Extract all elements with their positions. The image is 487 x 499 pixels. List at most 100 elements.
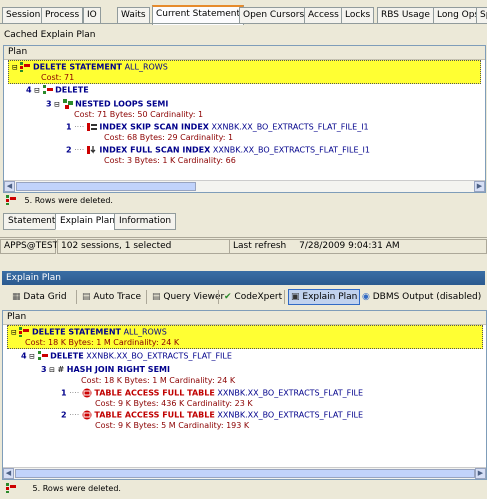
scrollbar-thumb[interactable] xyxy=(16,182,196,191)
delete-icon xyxy=(42,85,53,94)
auto-trace-button[interactable]: ▤ Auto Trace xyxy=(82,290,141,304)
codexpert-button[interactable]: ✔ CodeXpert xyxy=(224,290,282,304)
collapse-toggle-icon[interactable]: ⊟ xyxy=(34,87,40,95)
operation-label: NESTED LOOPS SEMI xyxy=(75,99,169,109)
step-number: 3 xyxy=(46,99,52,109)
operation-label: TABLE ACCESS FULL TABLE xyxy=(94,410,215,420)
tree-row-delete-statement[interactable]: ⊟ DELETE STATEMENT ALL_ROWS xyxy=(11,327,167,337)
object-label: ALL_ROWS xyxy=(123,327,167,337)
step-number: 4 xyxy=(26,85,32,95)
row-cost: Cost: 9 K Bytes: 5 M Cardinality: 193 K xyxy=(95,421,250,430)
tree-row-table-access-2[interactable]: 2 ···· TABLE ACCESS FULL TABLE XXNBK.XX_… xyxy=(61,410,363,420)
tree-row-index-full-scan[interactable]: 2 ···· INDEX FULL SCAN INDEX XXNBK.XX_BO… xyxy=(66,145,370,155)
top-plan-tree[interactable]: Plan ⊟ DELETE STATEMENT ALL_ROWS Cost: 7… xyxy=(3,45,486,193)
scrollbar-thumb[interactable] xyxy=(15,469,475,478)
explain-plan-button[interactable]: ▣ Explain Plan xyxy=(288,289,361,305)
object-label: XXNBK.XX_BO_EXTRACTS_FLAT_FILE xyxy=(217,388,364,398)
session-tab-bar: Session Process IO Waits Current Stateme… xyxy=(0,0,487,25)
object-label: XXNBK.XX_BO_EXTRACTS_FLAT_FILE_I1 xyxy=(211,122,369,132)
operation-label: DELETE xyxy=(55,85,89,95)
operation-label: TABLE ACCESS FULL TABLE xyxy=(94,388,215,398)
collapse-toggle-icon[interactable]: ⊟ xyxy=(49,366,55,374)
operation-label: INDEX FULL SCAN INDEX xyxy=(99,145,211,155)
refresh-label: Last refresh xyxy=(233,241,287,251)
step-number: 1 xyxy=(61,388,67,398)
subtab-explain-plan[interactable]: Explain Plan xyxy=(55,213,120,230)
index-full-scan-icon xyxy=(86,146,96,154)
tab-current-statement[interactable]: Current Statement xyxy=(152,5,245,25)
plan-column-header: Plan xyxy=(3,311,486,325)
scroll-right-icon[interactable]: ▶ xyxy=(475,468,486,479)
horizontal-scrollbar[interactable]: ◀ ▶ xyxy=(4,180,485,192)
tab-sp-truncated[interactable]: Sp xyxy=(476,7,487,23)
status-refresh: Last refresh 7/28/2009 9:04:31 AM xyxy=(229,239,487,254)
row-cost: Cost: 71 xyxy=(41,73,75,82)
operation-label: DELETE STATEMENT xyxy=(32,62,123,72)
subtab-statement[interactable]: Statement xyxy=(3,213,61,230)
cached-explain-plan-label: Cached Explain Plan xyxy=(4,30,96,40)
row-cost: Cost: 18 K Bytes: 1 M Cardinality: 24 K xyxy=(25,338,180,347)
status-user: APPS@TEST xyxy=(0,239,58,254)
object-label: XXNBK.XX_BO_EXTRACTS_FLAT_FILE xyxy=(86,351,232,361)
subtab-information[interactable]: Information xyxy=(114,213,177,230)
status-sessions: 102 sessions, 1 selected xyxy=(57,239,230,254)
scroll-left-icon[interactable]: ◀ xyxy=(4,181,15,192)
tab-open-cursors[interactable]: Open Cursors xyxy=(239,7,309,23)
dbms-output-button[interactable]: ◉ DBMS Output (disabled) xyxy=(362,290,481,304)
result-text: 5. Rows were deleted. xyxy=(32,483,121,493)
index-scan-icon xyxy=(86,123,97,131)
scroll-right-icon[interactable]: ▶ xyxy=(474,181,485,192)
object-label: XXNBK.XX_BO_EXTRACTS_FLAT_FILE xyxy=(217,410,364,420)
statement-icon xyxy=(20,62,31,72)
bottom-plan-tree[interactable]: Plan ⊟ DELETE STATEMENT ALL_ROWS Cost: 1… xyxy=(2,310,487,480)
statement-result-icon xyxy=(6,483,16,493)
row-cost: Cost: 18 K Bytes: 1 M Cardinality: 24 K xyxy=(81,376,236,385)
bottom-result-message: 5. Rows were deleted. xyxy=(6,483,121,493)
row-cost: Cost: 71 Bytes: 50 Cardinality: 1 xyxy=(74,110,204,119)
top-result-message: 5. Rows were deleted. xyxy=(6,195,113,205)
collapse-toggle-icon[interactable]: ⊟ xyxy=(29,353,35,361)
row-cost: Cost: 9 K Bytes: 436 K Cardinality: 23 K xyxy=(95,399,253,408)
hash-join-icon: # xyxy=(57,365,65,374)
tree-row-nested-loops[interactable]: 3 ⊟ NESTED LOOPS SEMI xyxy=(46,99,168,109)
tab-divider xyxy=(0,23,487,24)
explain-plan-title: Explain Plan xyxy=(2,271,485,285)
operation-label: DELETE xyxy=(50,351,84,361)
tree-row-delete[interactable]: 4 ⊟ DELETE xyxy=(26,85,89,95)
explain-plan-toolbar: ▦ Data Grid ▤ Auto Trace ▤ Query Viewer … xyxy=(2,286,485,308)
step-number: 4 xyxy=(21,351,27,361)
object-label: ALL_ROWS xyxy=(124,62,168,72)
nested-loops-icon xyxy=(62,99,73,109)
tab-io[interactable]: IO xyxy=(83,7,101,23)
row-cost: Cost: 68 Bytes: 29 Cardinality: 1 xyxy=(104,133,234,142)
tree-row-table-access-1[interactable]: 1 ···· TABLE ACCESS FULL TABLE XXNBK.XX_… xyxy=(61,388,363,398)
table-access-icon xyxy=(82,388,92,398)
collapse-toggle-icon[interactable]: ⊟ xyxy=(11,329,17,337)
step-number: 2 xyxy=(61,410,67,420)
statement-result-icon xyxy=(6,195,16,205)
collapse-toggle-icon[interactable]: ⊟ xyxy=(54,101,60,109)
row-cost: Cost: 3 Bytes: 1 K Cardinality: 66 xyxy=(104,156,236,165)
tab-access[interactable]: Access xyxy=(304,7,343,23)
status-bar: APPS@TEST 102 sessions, 1 selected Last … xyxy=(0,237,487,254)
tab-locks[interactable]: Locks xyxy=(341,7,375,23)
collapse-toggle-icon[interactable]: ⊟ xyxy=(12,64,18,72)
operation-label: DELETE STATEMENT xyxy=(31,327,122,337)
data-grid-button[interactable]: ▦ Data Grid xyxy=(12,290,67,304)
tree-row-index-skip-scan[interactable]: 1 ···· INDEX SKIP SCAN INDEX XXNBK.XX_BO… xyxy=(66,122,369,132)
tab-waits[interactable]: Waits xyxy=(117,7,150,23)
tab-session[interactable]: Session xyxy=(2,7,45,23)
operation-label: INDEX SKIP SCAN INDEX xyxy=(99,122,209,132)
query-viewer-button[interactable]: ▤ Query Viewer xyxy=(152,290,224,304)
tree-row-hash-join[interactable]: 3 ⊟ # HASH JOIN RIGHT SEMI xyxy=(41,365,170,374)
horizontal-scrollbar[interactable]: ◀ ▶ xyxy=(3,467,486,479)
tab-process[interactable]: Process xyxy=(41,7,84,23)
refresh-time: 7/28/2009 9:04:31 AM xyxy=(299,241,400,251)
tab-rbs-usage[interactable]: RBS Usage xyxy=(377,7,434,23)
scroll-left-icon[interactable]: ◀ xyxy=(3,468,14,479)
tree-row-delete-statement[interactable]: ⊟ DELETE STATEMENT ALL_ROWS xyxy=(12,62,168,72)
statement-icon xyxy=(19,327,30,337)
tree-row-delete[interactable]: 4 ⊟ DELETE XXNBK.XX_BO_EXTRACTS_FLAT_FIL… xyxy=(21,351,232,361)
result-text: 5. Rows were deleted. xyxy=(24,195,113,205)
step-number: 2 xyxy=(66,145,72,155)
